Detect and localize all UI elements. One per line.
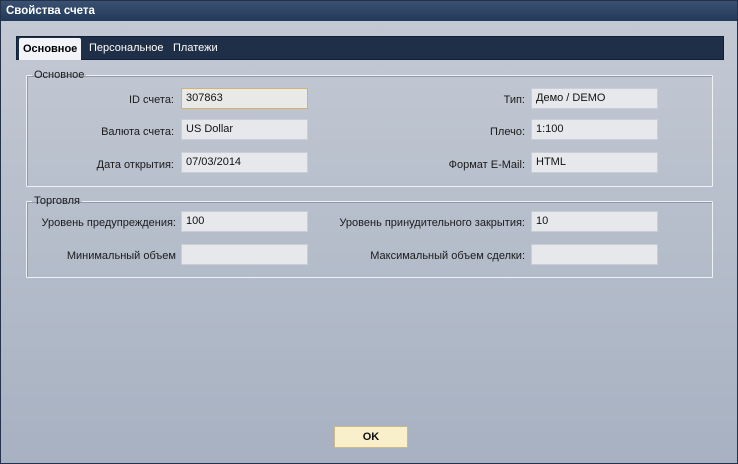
type-field[interactable]: Демо / DEMO	[531, 88, 658, 109]
stopout-level-label: Уровень принудительного закрытия:	[339, 217, 525, 229]
account-properties-window: Свойства счета Основное Персональное Пла…	[0, 0, 738, 464]
tab-bar: Основное Персональное Платежи	[16, 36, 724, 60]
max-volume-field[interactable]	[531, 244, 658, 265]
tab-personal[interactable]: Персональное	[85, 37, 168, 60]
leverage-label: Плечо:	[490, 126, 525, 138]
window-title: Свойства счета	[1, 1, 737, 21]
email-format-label: Формат E-Mail:	[448, 159, 525, 171]
currency-label: Валюта счета:	[101, 126, 174, 138]
warning-level-field[interactable]: 100	[181, 211, 308, 232]
min-volume-field[interactable]	[181, 244, 308, 265]
open-date-label: Дата открытия:	[96, 159, 174, 171]
trading-group: Торговля	[26, 195, 713, 278]
min-volume-label: Минимальный объем	[66, 250, 176, 262]
leverage-field[interactable]: 1:100	[531, 119, 658, 140]
currency-field[interactable]: US Dollar	[181, 119, 308, 140]
stopout-level-field[interactable]: 10	[531, 211, 658, 232]
account-id-field[interactable]: 307863	[181, 88, 308, 109]
open-date-field[interactable]: 07/03/2014	[181, 152, 308, 173]
warning-level-label: Уровень предупреждения:	[41, 217, 177, 229]
tab-general[interactable]: Основное	[19, 38, 82, 60]
account-id-label: ID счета:	[128, 94, 174, 106]
max-volume-label: Максимальный объем сделки:	[370, 250, 525, 262]
ok-button[interactable]: OK	[334, 426, 408, 448]
tab-payments[interactable]: Платежи	[169, 37, 222, 60]
email-format-field[interactable]: HTML	[531, 152, 658, 173]
trading-group-legend: Торговля	[34, 195, 80, 207]
type-label: Тип:	[503, 94, 525, 106]
general-group-legend: Основное	[34, 69, 85, 81]
